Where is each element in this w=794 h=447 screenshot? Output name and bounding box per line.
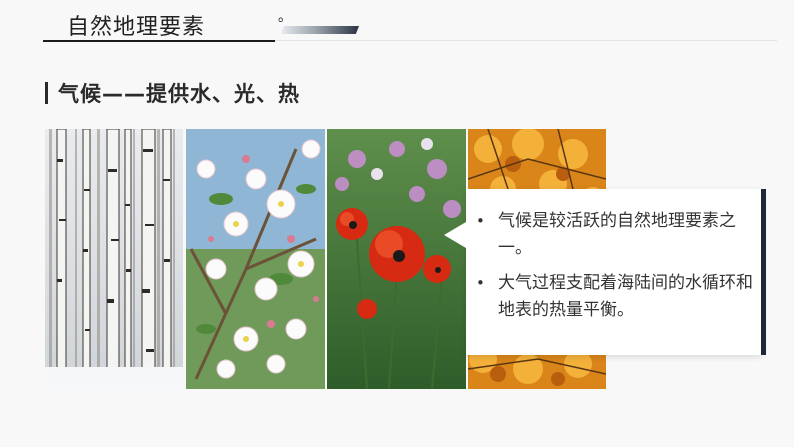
bullet-item-1: • 气候是较活跃的自然地理要素之一。 (474, 208, 758, 262)
photo-winter-birch (45, 129, 183, 389)
callout-pointer (444, 222, 466, 248)
photo-summer-poppies (327, 129, 466, 389)
bullet-text: 气候是较活跃的自然地理要素之一。 (498, 211, 736, 258)
bullet-text: 大气过程支配着海陆间的水循环和地表的热量平衡。 (498, 273, 753, 320)
header-accent-bar (281, 26, 359, 34)
section-title: 气候——提供水、光、热 (58, 82, 300, 106)
photo-spring-blossom (186, 129, 325, 389)
bullet-icon: • (476, 212, 485, 230)
section-marker (45, 82, 48, 104)
slide: 自然地理要素 。 气候——提供水、光、热 • 气候是较活跃的自然地理要素之一。 … (0, 0, 794, 447)
callout-accent-edge (761, 189, 766, 355)
bullet-item-2: • 大气过程支配着海陆间的水循环和地表的热量平衡。 (474, 270, 758, 324)
bullet-icon: • (476, 274, 485, 292)
page-title: 自然地理要素 (67, 15, 206, 40)
title-mark: 。 (278, 9, 292, 25)
callout-bullet-list: • 气候是较活跃的自然地理要素之一。 • 大气过程支配着海陆间的水循环和地表的热… (474, 208, 758, 332)
title-underline (43, 40, 275, 42)
